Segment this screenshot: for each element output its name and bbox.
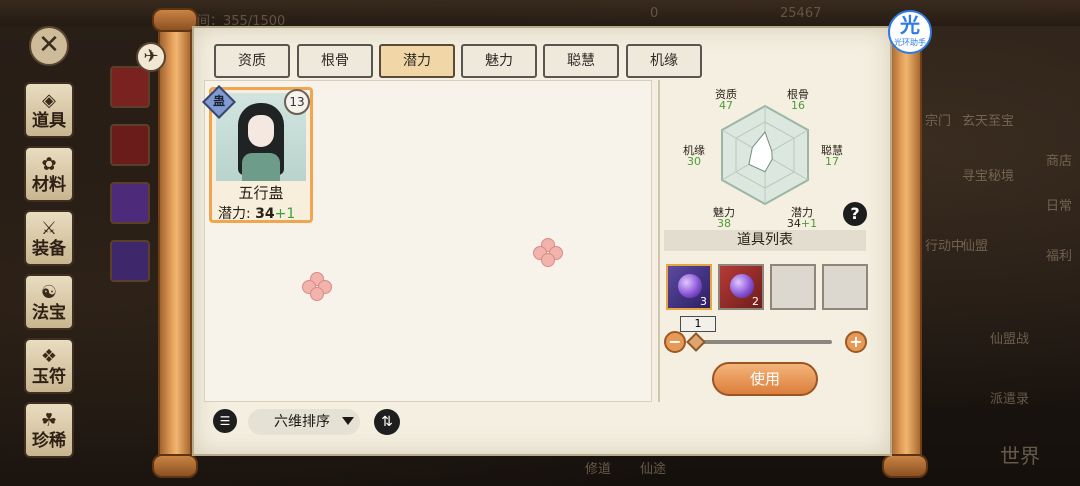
- nav-tab-label: 道具: [32, 111, 66, 131]
- items-list-header: 道具列表: [664, 230, 866, 251]
- artifacts-icon: ☯: [40, 282, 58, 303]
- nav-tab-label: 玉符: [32, 367, 66, 387]
- sort-order-icon[interactable]: ⇅: [374, 409, 400, 435]
- flower-icon: [533, 238, 563, 268]
- talismans-icon: ❖: [40, 346, 58, 367]
- tab-wisdom[interactable]: 聪慧: [543, 44, 619, 78]
- nav-tab-rare[interactable]: ☘ 珍稀: [24, 402, 74, 458]
- nav-tab-artifacts[interactable]: ☯ 法宝: [24, 274, 74, 330]
- right-menu-alliance-war[interactable]: 仙盟战: [990, 328, 1029, 347]
- increase-button[interactable]: +: [845, 331, 867, 353]
- close-button[interactable]: ✕: [29, 26, 69, 66]
- bottom-menu-path[interactable]: 仙途: [640, 458, 666, 477]
- scroll-roller-right: [888, 14, 922, 474]
- stat-value-fortune: 30: [687, 155, 701, 168]
- tab-root-bone[interactable]: 根骨: [297, 44, 373, 78]
- nav-tab-label: 装备: [32, 239, 66, 259]
- tab-fortune[interactable]: 机缘: [626, 44, 702, 78]
- card-name: 五行蛊: [238, 184, 284, 202]
- gu-type-label: 蛊: [212, 94, 225, 108]
- bg-inventory-slot: [110, 66, 150, 108]
- nav-tab-label: 珍稀: [32, 431, 66, 451]
- item-count: 2: [752, 295, 759, 308]
- stat-value-potential: 34+1: [786, 217, 818, 230]
- item-slot-empty: [822, 264, 868, 310]
- right-menu-shop[interactable]: 商店: [1046, 150, 1072, 169]
- bg-inventory-slot: [110, 124, 150, 166]
- right-menu-sect[interactable]: 宗门: [925, 110, 951, 129]
- lotus-orb-icon: [678, 274, 702, 298]
- quantity-slider[interactable]: [696, 340, 832, 344]
- bottom-menu-world[interactable]: 世界: [1000, 440, 1040, 469]
- stat-value-root-bone: 16: [791, 99, 805, 112]
- right-menu-treasure[interactable]: 玄天至宝: [962, 110, 1014, 129]
- level-badge: 13: [284, 89, 310, 115]
- stat-value-wisdom: 17: [825, 155, 839, 168]
- roller-cap: [152, 454, 198, 478]
- right-menu-action[interactable]: 行动中: [925, 235, 964, 254]
- decrease-button[interactable]: −: [664, 331, 686, 353]
- item-count: 3: [700, 295, 707, 308]
- nav-tab-equipment[interactable]: ⚔ 装备: [24, 210, 74, 266]
- tab-charm[interactable]: 魅力: [461, 44, 537, 78]
- tab-potential[interactable]: 潜力: [379, 44, 455, 78]
- help-icon[interactable]: ?: [843, 202, 867, 226]
- coin-count: 25467: [780, 6, 822, 21]
- flower-icon: [302, 272, 332, 302]
- right-menu-welfare[interactable]: 福利: [1046, 245, 1072, 264]
- scroll-roller-left: [158, 14, 192, 474]
- bottom-menu-cultivate[interactable]: 修道: [585, 458, 611, 477]
- use-button[interactable]: 使用: [712, 362, 818, 396]
- right-menu-dispatch[interactable]: 派遣录: [990, 388, 1029, 407]
- list-view-icon[interactable]: ☰: [213, 409, 237, 433]
- nav-tab-materials[interactable]: ✿ 材料: [24, 146, 74, 202]
- lotus-orb-icon: [730, 274, 754, 298]
- right-menu-realm[interactable]: 寻宝秘境: [962, 165, 1014, 184]
- card-stat: 潜力: 34+1: [218, 206, 296, 222]
- item-slot-2[interactable]: 2: [718, 264, 764, 310]
- roller-cap: [882, 454, 928, 478]
- nav-tab-talismans[interactable]: ❖ 玉符: [24, 338, 74, 394]
- nav-tab-label: 材料: [32, 175, 66, 195]
- chevron-down-icon: [342, 417, 354, 425]
- nav-tab-items[interactable]: ◈ 道具: [24, 82, 74, 138]
- gold-count: 0: [650, 6, 659, 21]
- bg-inventory-slot: [110, 182, 150, 224]
- stat-value-aptitude: 47: [719, 99, 733, 112]
- stat-value-charm: 38: [717, 217, 731, 230]
- rare-icon: ☘: [40, 410, 58, 431]
- quantity-display: 1: [680, 316, 716, 332]
- materials-icon: ✿: [41, 154, 57, 175]
- items-icon: ◈: [42, 90, 56, 111]
- right-menu-alliance[interactable]: 仙盟: [962, 235, 988, 254]
- tab-aptitude[interactable]: 资质: [214, 44, 290, 78]
- item-slot-empty: [770, 264, 816, 310]
- assistant-badge[interactable]: 光 光环助手: [888, 10, 932, 54]
- item-slot-1[interactable]: 3: [666, 264, 712, 310]
- equipment-icon: ⚔: [40, 218, 58, 239]
- right-menu-daily[interactable]: 日常: [1046, 195, 1072, 214]
- pin-icon[interactable]: ✈: [136, 42, 166, 72]
- bg-inventory-slot: [110, 240, 150, 282]
- nav-tab-label: 法宝: [32, 303, 66, 323]
